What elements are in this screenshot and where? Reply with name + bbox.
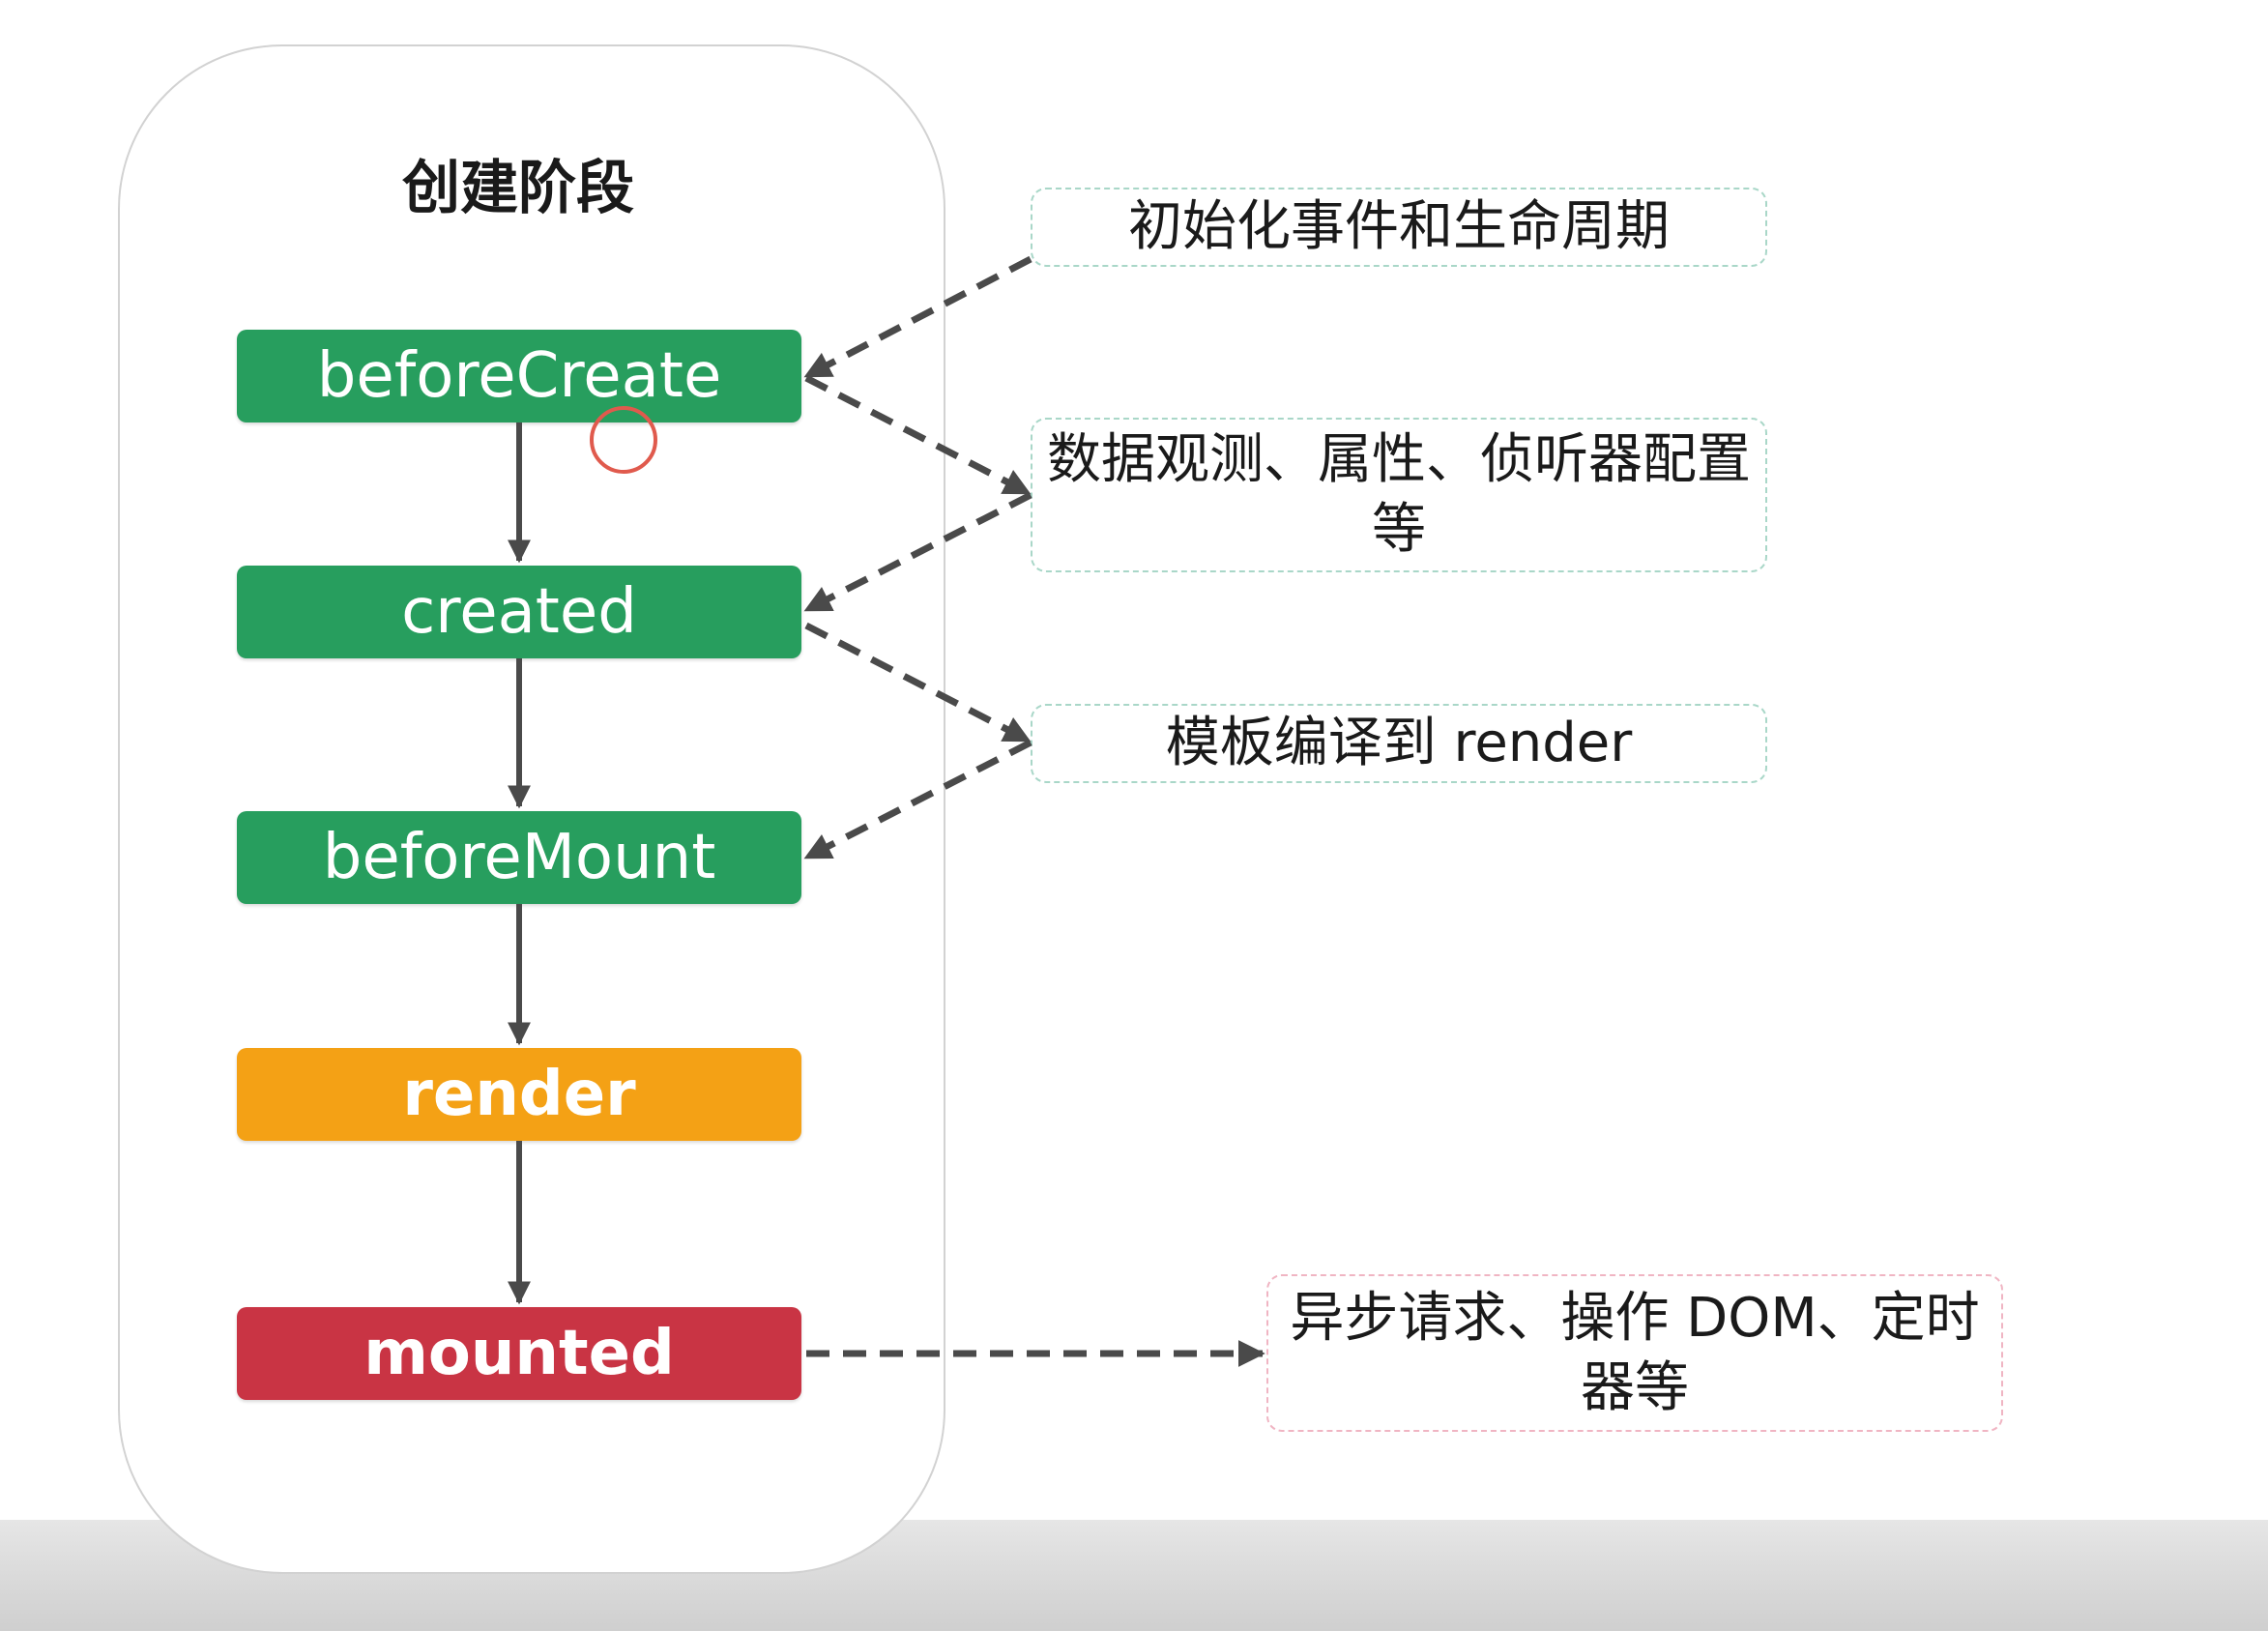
arrows-layer xyxy=(508,255,1265,1367)
dashed-arrow-template-to-before-mount xyxy=(803,739,1032,861)
dashed-arrow-created-to-template xyxy=(804,622,1032,744)
dashed-arrow-before-create-to-data xyxy=(804,374,1032,497)
dashed-arrow-init-to-before-create xyxy=(803,255,1032,380)
dashed-arrow-data-to-created xyxy=(803,491,1032,614)
